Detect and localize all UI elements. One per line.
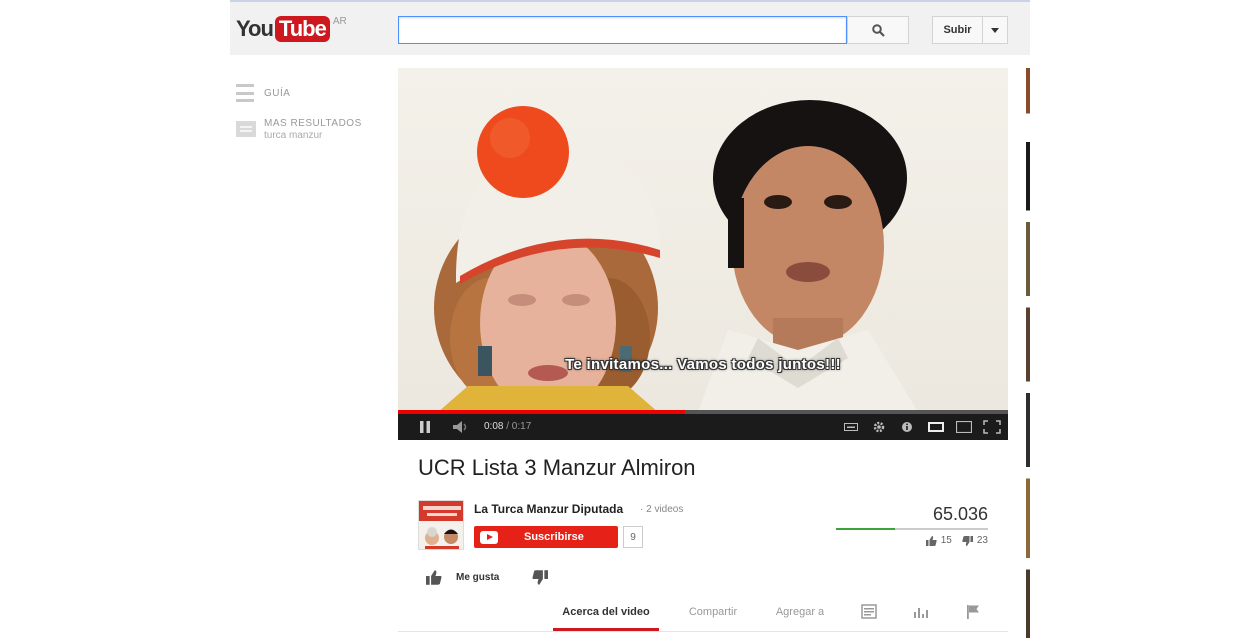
thumbs-down-icon: [962, 535, 973, 546]
caret-down-icon: [991, 27, 999, 33]
thumbs-down-icon: [532, 570, 548, 585]
likes-stat: 15: [925, 535, 952, 546]
view-count: 65.036: [932, 504, 988, 524]
results-list-icon: [236, 121, 256, 137]
player-controls: 0:08 / 0:17: [398, 414, 1008, 440]
pause-icon: [420, 421, 430, 433]
like-button[interactable]: Me gusta: [426, 570, 499, 585]
dislikes-count: 23: [976, 535, 988, 546]
duration: / 0:17: [506, 421, 532, 432]
tab-add-to[interactable]: Agregar a: [762, 598, 838, 631]
small-player-button[interactable]: [926, 418, 946, 436]
annotations-button[interactable]: [898, 418, 916, 436]
tab-about[interactable]: Acerca del video: [553, 598, 659, 631]
subscribe-button[interactable]: Suscribirse: [474, 526, 618, 548]
sidebar-thumbnails-edge: [1026, 68, 1030, 638]
sentiment-bar: [836, 528, 988, 530]
current-time: 0:08: [484, 421, 504, 432]
like-label: Me gusta: [456, 572, 500, 583]
more-results-link[interactable]: MAS RESULTADOS turca manzur: [236, 118, 362, 142]
small-player-icon: [928, 422, 944, 432]
time-display: 0:08 / 0:17: [484, 414, 531, 440]
settings-button[interactable]: [870, 418, 888, 436]
search-icon: [871, 23, 885, 37]
channel-video-count: · 2 videos: [640, 504, 684, 515]
logo-tube: Tube: [274, 16, 330, 42]
fullscreen-button[interactable]: [982, 418, 1002, 436]
captions-button[interactable]: [842, 418, 860, 436]
captions-icon: [844, 423, 858, 431]
video-subtitle: Te invitamos... Vamos todos juntos!!!: [565, 356, 841, 373]
transcript-icon: [861, 604, 877, 619]
upload-button[interactable]: Subir: [932, 16, 982, 44]
sentiment-likes-fill: [836, 528, 896, 530]
large-player-button[interactable]: [954, 418, 974, 436]
info-icon: [902, 422, 912, 432]
like-dislike-stats: 15 23: [900, 535, 988, 546]
dislike-button[interactable]: [532, 570, 548, 590]
upload-menu-button[interactable]: [982, 16, 1008, 44]
tabs-divider: [398, 631, 1008, 632]
more-results-title: MAS RESULTADOS: [264, 118, 362, 129]
pause-button[interactable]: [416, 418, 434, 436]
tab-statistics[interactable]: [913, 604, 929, 624]
volume-icon: [453, 421, 467, 433]
statistics-icon: [914, 608, 928, 618]
channel-avatar-image: [419, 501, 463, 549]
more-results-query: turca manzur: [264, 130, 323, 141]
search-button[interactable]: [847, 16, 909, 44]
likes-count: 15: [940, 535, 952, 546]
tab-report[interactable]: [966, 604, 981, 624]
dislikes-stat: 23: [962, 535, 988, 546]
logo-region: AR: [332, 16, 347, 27]
subscriber-count: 9: [623, 526, 643, 548]
fullscreen-icon: [983, 420, 1001, 434]
guide-label: GUÍA: [264, 87, 291, 99]
subscribe-label: Suscribirse: [524, 531, 584, 543]
youtube-play-icon: [480, 530, 498, 544]
logo-you: You: [236, 16, 274, 41]
youtube-logo[interactable]: You Tube AR: [236, 14, 347, 44]
gear-icon: [873, 421, 885, 433]
guide-button[interactable]: GUÍA: [236, 84, 290, 102]
tab-share[interactable]: Compartir: [673, 598, 753, 631]
video-frame[interactable]: Te invitamos... Vamos todos juntos!!!: [398, 68, 1008, 412]
thumbs-up-icon: [426, 570, 442, 585]
video-player[interactable]: Te invitamos... Vamos todos juntos!!! 0:…: [398, 68, 1008, 440]
tab-transcript[interactable]: [861, 604, 877, 624]
flag-icon: [967, 605, 979, 619]
channel-avatar[interactable]: [418, 500, 464, 550]
thumbs-up-icon: [925, 535, 937, 546]
guide-menu-icon: [236, 84, 254, 102]
video-title: UCR Lista 3 Manzur Almiron: [418, 455, 696, 480]
search-input[interactable]: [398, 16, 847, 44]
large-player-icon: [956, 421, 972, 433]
channel-name-link[interactable]: La Turca Manzur Diputada: [474, 502, 623, 516]
volume-button[interactable]: [452, 418, 470, 436]
